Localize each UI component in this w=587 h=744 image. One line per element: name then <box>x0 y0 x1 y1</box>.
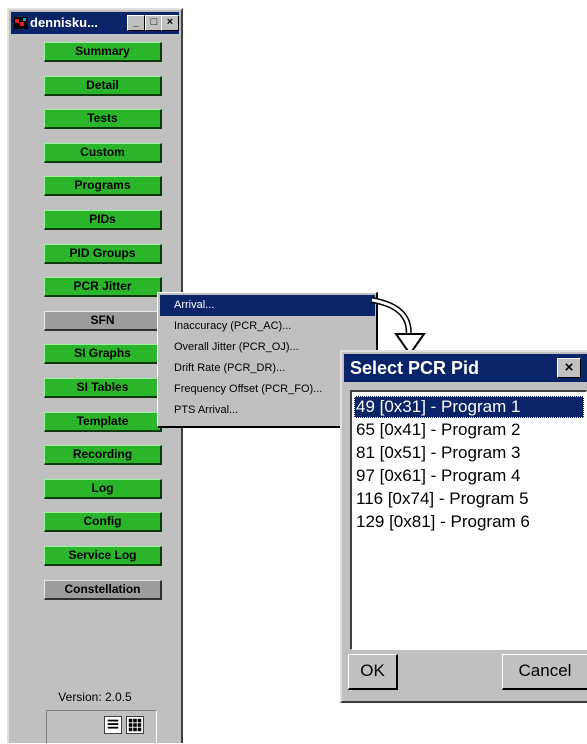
nav-button-detail[interactable]: Detail <box>44 76 162 96</box>
pid-list-item[interactable]: 65 [0x41] - Program 2 <box>354 419 584 441</box>
dialog-titlebar[interactable]: Select PCR Pid × <box>344 354 587 382</box>
nav-button-sfn[interactable]: SFN <box>44 311 162 331</box>
select-pcr-pid-dialog: Select PCR Pid × 49 [0x31] - Program 1 65… <box>340 350 587 703</box>
pid-list-item[interactable]: 49 [0x31] - Program 1 <box>354 396 584 418</box>
list-view-icon[interactable] <box>104 716 122 734</box>
ok-button[interactable]: OK <box>348 654 398 690</box>
pid-list-item[interactable]: 97 [0x61] - Program 4 <box>354 465 584 487</box>
nav-button-recording[interactable]: Recording <box>44 445 162 465</box>
pid-list-item[interactable]: 116 [0x74] - Program 5 <box>354 488 584 510</box>
nav-button-si-graphs[interactable]: SI Graphs <box>44 344 162 364</box>
app-icon <box>14 17 28 29</box>
nav-button-custom[interactable]: Custom <box>44 143 162 163</box>
nav-button-pid-groups[interactable]: PID Groups <box>44 244 162 264</box>
grid-view-icon[interactable] <box>126 716 144 734</box>
pid-list-item[interactable]: 81 [0x51] - Program 3 <box>354 442 584 464</box>
cancel-button[interactable]: Cancel <box>502 654 587 690</box>
menu-item-arrival[interactable]: Arrival... <box>160 295 375 316</box>
nav-button-pcr-jitter[interactable]: PCR Jitter <box>44 277 162 297</box>
nav-button-config[interactable]: Config <box>44 512 162 532</box>
dialog-title: Select PCR Pid <box>350 358 480 378</box>
nav-button-service-log[interactable]: Service Log <box>44 546 162 566</box>
nav-button-constellation[interactable]: Constellation <box>44 580 162 600</box>
pid-list-item[interactable]: 129 [0x81] - Program 6 <box>354 511 584 533</box>
dialog-close-button[interactable]: × <box>557 358 581 378</box>
nav-button-pids[interactable]: PIDs <box>44 210 162 230</box>
nav-button-programs[interactable]: Programs <box>44 176 162 196</box>
nav-button-template[interactable]: Template <box>44 412 162 432</box>
version-label: Version: 2.0.5 <box>58 690 132 704</box>
pid-listbox[interactable]: 49 [0x31] - Program 1 65 [0x41] - Program… <box>350 390 587 650</box>
nav-button-tests[interactable]: Tests <box>44 109 162 129</box>
main-window-title: dennisku... <box>30 15 98 30</box>
close-button[interactable]: × <box>161 15 179 31</box>
status-box <box>46 710 157 744</box>
minimize-button[interactable]: _ <box>127 15 145 31</box>
nav-button-si-tables[interactable]: SI Tables <box>44 378 162 398</box>
menu-item-inaccuracy-pcr-ac[interactable]: Inaccuracy (PCR_AC)... <box>160 316 375 337</box>
nav-button-summary[interactable]: Summary <box>44 42 162 62</box>
nav-button-log[interactable]: Log <box>44 479 162 499</box>
main-titlebar[interactable]: dennisku... _ □ × <box>11 12 179 34</box>
